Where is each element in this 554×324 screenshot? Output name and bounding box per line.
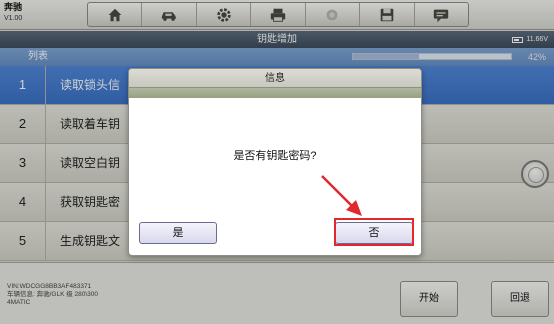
yes-button[interactable]: 是 xyxy=(139,222,217,244)
dialog-message: 是否有钥匙密码? xyxy=(233,150,317,162)
dialog-title: 信息 xyxy=(129,69,421,88)
dialog-header-stripe xyxy=(129,88,421,98)
annotation-arrow-icon xyxy=(321,175,362,216)
no-button-highlight xyxy=(334,218,414,246)
